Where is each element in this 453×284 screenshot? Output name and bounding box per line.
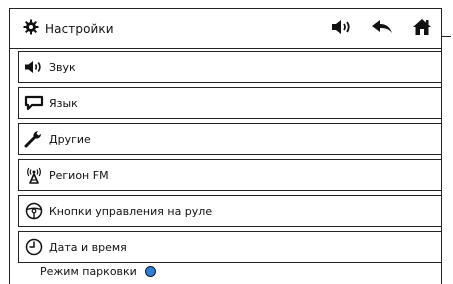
steering-wheel-icon bbox=[23, 200, 45, 222]
parking-mode-label: Режим парковки bbox=[40, 265, 137, 278]
parking-mode-indicator[interactable] bbox=[144, 266, 156, 277]
left-border bbox=[9, 8, 10, 284]
corner-divider bbox=[442, 36, 451, 37]
header-actions bbox=[322, 9, 442, 48]
speech-bubble-icon bbox=[23, 92, 45, 114]
back-arrow-icon bbox=[371, 19, 393, 39]
menu-item-label: Дата и время bbox=[49, 240, 127, 254]
home-icon bbox=[412, 18, 432, 40]
menu-item-label: Кнопки управления на руле bbox=[49, 204, 213, 218]
menu-item-other[interactable]: Другие bbox=[18, 123, 442, 155]
gear-icon bbox=[23, 19, 39, 39]
clock-icon bbox=[23, 236, 45, 258]
menu-item-label: Звук bbox=[49, 60, 76, 74]
volume-icon bbox=[331, 19, 353, 39]
settings-menu: Звук Язык Другие Регион FM Кнопки управл… bbox=[18, 51, 442, 267]
settings-screen: Настройки Звук Язык Другие Регион FM Кно… bbox=[0, 0, 453, 284]
page-title: Настройки bbox=[45, 21, 114, 36]
menu-item-sound[interactable]: Звук bbox=[18, 51, 442, 83]
menu-item-fm-region[interactable]: Регион FM bbox=[18, 159, 442, 191]
menu-item-date-time[interactable]: Дата и время bbox=[18, 231, 442, 263]
radio-antenna-icon bbox=[23, 164, 45, 186]
menu-item-label: Язык bbox=[49, 96, 78, 110]
volume-icon bbox=[23, 56, 45, 78]
wrench-icon bbox=[23, 128, 45, 150]
parking-mode-toggle[interactable]: Режим парковки bbox=[40, 265, 156, 278]
menu-item-label: Другие bbox=[49, 132, 91, 146]
menu-item-steering-controls[interactable]: Кнопки управления на руле bbox=[18, 195, 442, 227]
home-button[interactable] bbox=[402, 9, 442, 49]
volume-button[interactable] bbox=[322, 9, 362, 49]
header-title-group: Настройки bbox=[23, 9, 114, 48]
header-bar: Настройки bbox=[9, 8, 442, 49]
menu-item-label: Регион FM bbox=[49, 168, 109, 182]
menu-item-language[interactable]: Язык bbox=[18, 87, 442, 119]
back-button[interactable] bbox=[362, 9, 402, 49]
